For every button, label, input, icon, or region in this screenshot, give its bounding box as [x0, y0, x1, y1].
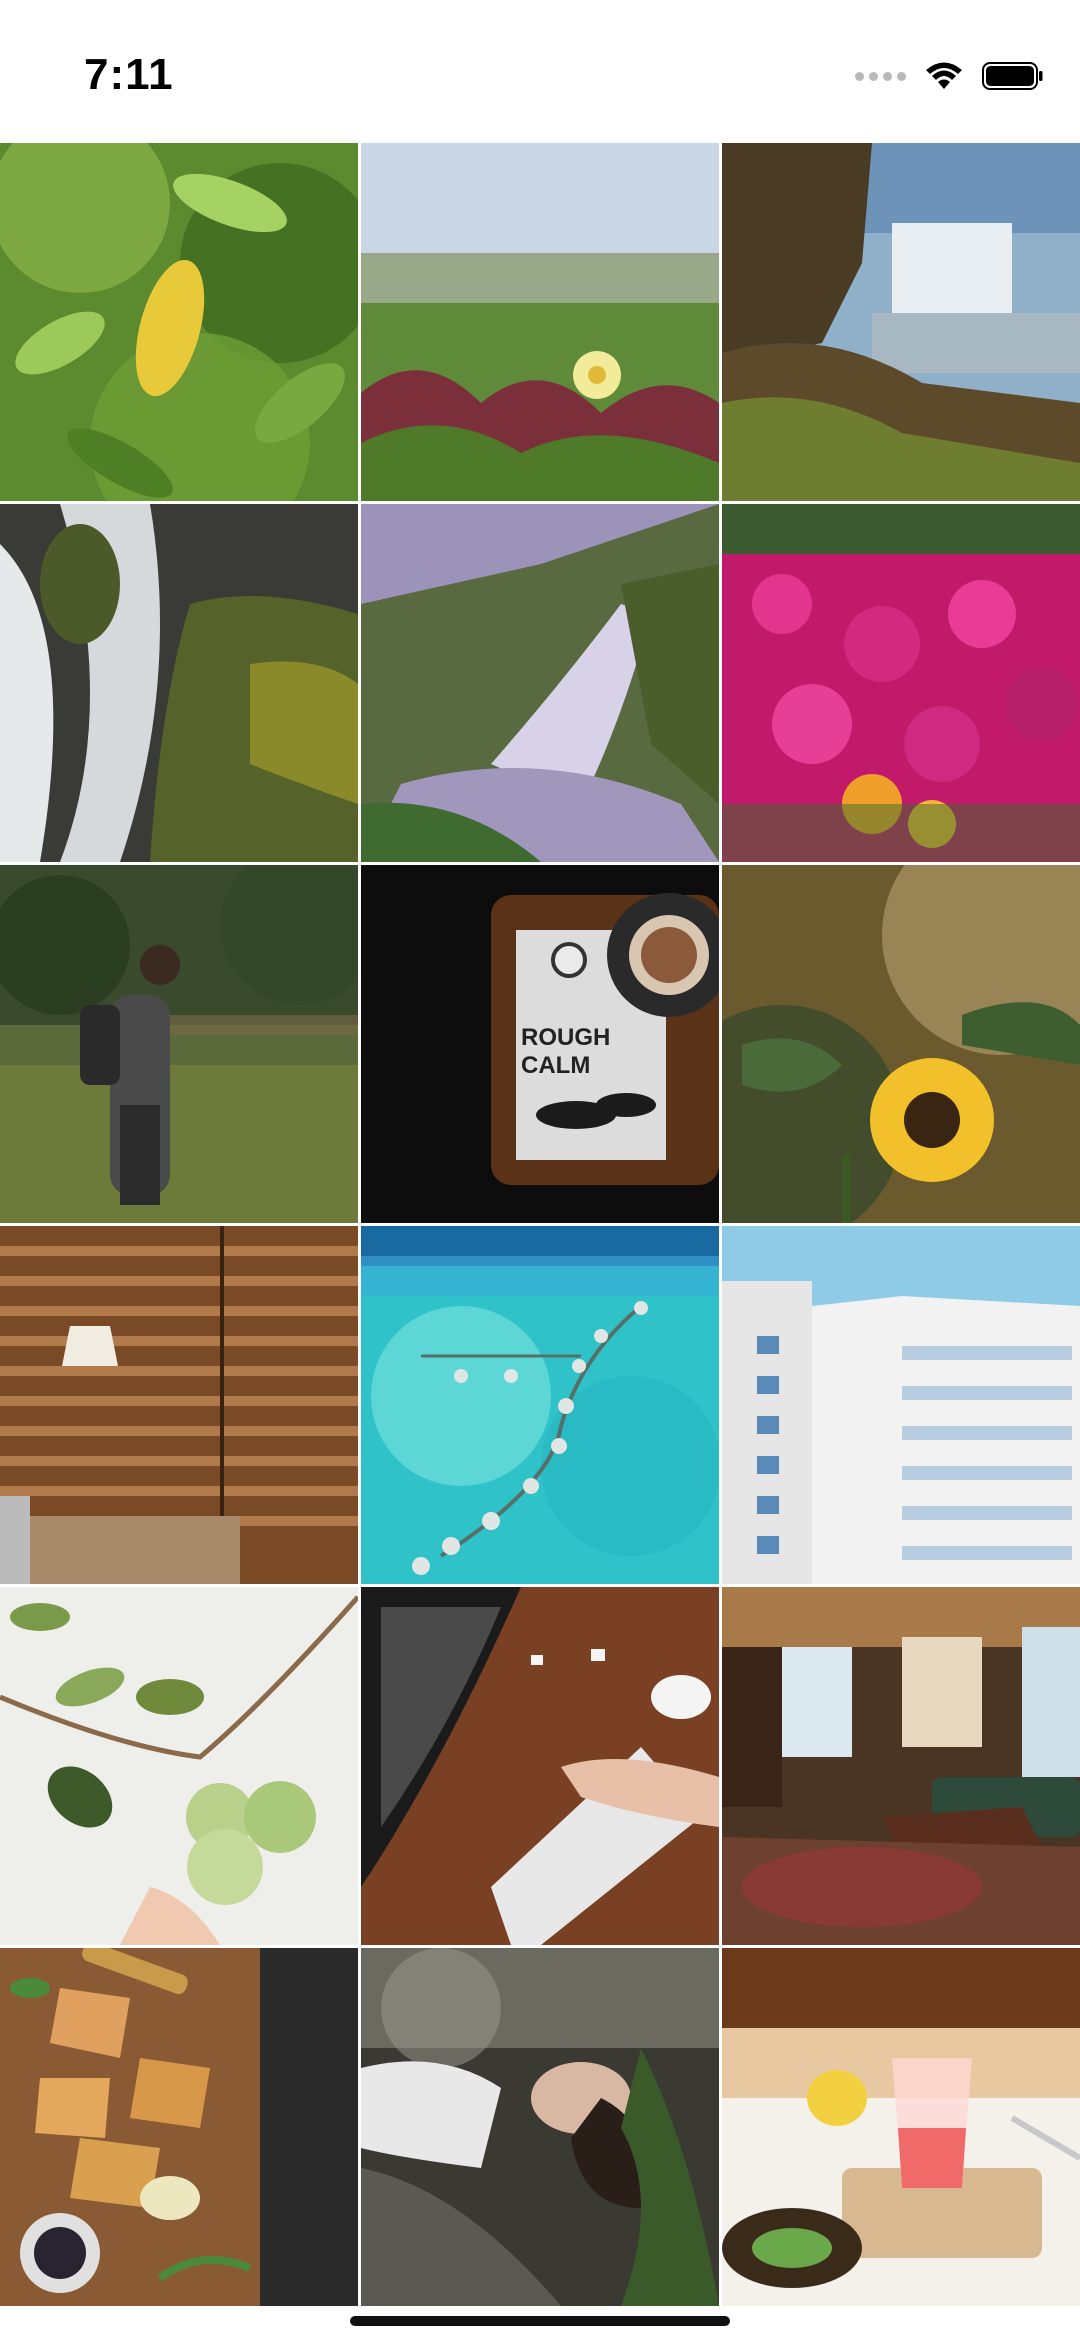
status-icons [855, 60, 1044, 92]
photo-pink-flowers[interactable] [722, 504, 1080, 862]
photo-waterfall-valley[interactable] [361, 504, 719, 862]
photo-sunflower[interactable] [722, 865, 1080, 1223]
battery-icon [982, 62, 1043, 90]
photo-overwater-villas[interactable] [361, 1226, 719, 1584]
photo-woman-lying-ground[interactable] [361, 1948, 719, 2306]
photo-coffee-watch-book[interactable]: ROUGH CALM [361, 865, 719, 1223]
home-indicator[interactable] [350, 2316, 730, 2326]
photo-wooden-restaurant[interactable] [0, 1226, 358, 1584]
photo-keyboard-desk[interactable] [361, 1587, 719, 1945]
photo-waterfall-mossy-rocks[interactable] [0, 504, 358, 862]
status-bar: 7:11 [0, 0, 1080, 143]
photo-green-leaves[interactable] [0, 143, 358, 501]
cellular-signal-icon [855, 71, 906, 81]
photo-hiker-forest[interactable] [0, 865, 358, 1223]
photo-grilled-sandwiches[interactable] [0, 1948, 358, 2306]
photo-pink-drink[interactable] [722, 1948, 1080, 2306]
photo-living-room[interactable] [722, 1587, 1080, 1945]
svg-text:CALM: CALM [521, 1052, 590, 1079]
photo-grid: ROUGH CALM [0, 143, 1080, 2306]
svg-text:ROUGH: ROUGH [521, 1024, 610, 1051]
status-time: 7:11 [84, 50, 174, 99]
photo-white-building[interactable] [722, 1226, 1080, 1584]
photo-waterfall-coast[interactable] [722, 143, 1080, 501]
wifi-icon [926, 62, 962, 89]
photo-yellow-flower-field[interactable] [361, 143, 719, 501]
photo-green-apples-branch[interactable] [0, 1587, 358, 1945]
